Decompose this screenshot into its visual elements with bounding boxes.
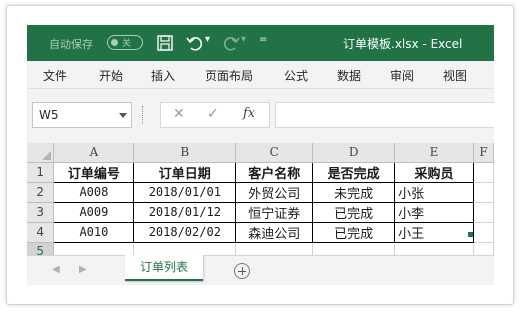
sheet-tab-bar: ◀ ▶ 订单列表: [27, 255, 494, 285]
cell-e5[interactable]: [394, 242, 474, 255]
cell-c3[interactable]: 恒宁证券: [235, 202, 314, 223]
sheet-nav-next-icon[interactable]: ▶: [79, 264, 87, 275]
cell-a2[interactable]: A008: [53, 182, 135, 203]
enter-icon[interactable]: ✓: [207, 106, 219, 122]
row-header-1[interactable]: 1: [27, 162, 55, 183]
cell-e2[interactable]: 小张: [394, 182, 474, 203]
autosave-state: 关: [122, 39, 132, 49]
column-header-e[interactable]: E: [394, 143, 474, 163]
cell-c5[interactable]: [235, 242, 314, 255]
tab-home[interactable]: 开始: [99, 67, 123, 84]
cell-e3[interactable]: 小李: [394, 202, 474, 223]
redo-dropdown-icon[interactable]: ▾: [241, 34, 246, 45]
tab-data[interactable]: 数据: [337, 67, 361, 84]
cell-f4[interactable]: [473, 222, 494, 243]
cell-b2[interactable]: 2018/01/01: [133, 182, 237, 203]
tab-page-layout[interactable]: 页面布局: [205, 67, 253, 84]
cell-b5[interactable]: [133, 242, 237, 255]
cell-d5[interactable]: [312, 242, 396, 255]
sheet-tab-label: 订单列表: [139, 260, 188, 274]
spreadsheet-grid: A B C D E F 1 订单编号 订单日期 客户名称 是否完成 采购员 2 …: [27, 143, 494, 255]
tab-formulas[interactable]: 公式: [284, 67, 308, 84]
cell-d4[interactable]: 已完成: [312, 222, 396, 243]
cell-a4[interactable]: A010: [53, 222, 135, 243]
cell-f1[interactable]: [473, 162, 494, 183]
column-header-c[interactable]: C: [235, 143, 314, 163]
name-box[interactable]: W5: [32, 102, 132, 128]
autosave-label: 自动保存: [49, 38, 93, 51]
cell-b4[interactable]: 2018/02/02: [133, 222, 237, 243]
cell-c2[interactable]: 外贸公司: [235, 182, 314, 203]
tab-view[interactable]: 视图: [443, 67, 467, 84]
add-sheet-icon[interactable]: [234, 263, 250, 279]
insert-function-icon[interactable]: fx: [243, 106, 255, 121]
row-header-4[interactable]: 4: [27, 222, 55, 243]
cell-e4[interactable]: 小王: [394, 222, 474, 243]
formula-input[interactable]: [275, 102, 494, 128]
undo-icon[interactable]: [185, 33, 205, 53]
cell-b1[interactable]: 订单日期: [133, 161, 237, 183]
formula-buttons: ✕ ✓ fx: [160, 102, 270, 128]
tab-file[interactable]: 文件: [43, 67, 67, 84]
column-header-d[interactable]: D: [312, 143, 396, 163]
name-box-dropdown-icon[interactable]: [119, 113, 127, 118]
column-header-b[interactable]: B: [133, 143, 237, 163]
window-title: 订单模板.xlsx - Excel: [343, 37, 463, 51]
column-header-a[interactable]: A: [53, 143, 135, 163]
sheet-nav-prev-icon[interactable]: ◀: [52, 264, 60, 275]
select-all-corner[interactable]: [27, 143, 55, 163]
formula-bar: W5 ✕ ✓ fx: [27, 89, 494, 143]
cell-c4[interactable]: 森迪公司: [235, 222, 314, 243]
tab-review[interactable]: 审阅: [390, 67, 414, 84]
autosave-toggle[interactable]: 关: [107, 35, 143, 50]
cell-a3[interactable]: A009: [53, 202, 135, 223]
title-bar: 自动保存 关 ▾ ▾ = 订单模板.xlsx - Excel: [27, 25, 494, 61]
cell-f5[interactable]: [473, 242, 494, 255]
name-box-value: W5: [39, 108, 59, 122]
toggle-knob: [111, 39, 118, 46]
cell-d3[interactable]: 已完成: [312, 202, 396, 223]
save-icon[interactable]: [155, 33, 175, 53]
fill-handle[interactable]: [468, 232, 473, 237]
cell-f2[interactable]: [473, 182, 494, 203]
cell-e1[interactable]: 采购员: [394, 161, 474, 183]
column-header-f[interactable]: F: [473, 143, 494, 163]
row-header-3[interactable]: 3: [27, 202, 55, 223]
row-header-5[interactable]: 5: [27, 242, 55, 255]
undo-dropdown-icon[interactable]: ▾: [205, 34, 210, 45]
cell-d1[interactable]: 是否完成: [312, 161, 396, 183]
cell-c1[interactable]: 客户名称: [235, 161, 314, 183]
cancel-icon[interactable]: ✕: [173, 106, 185, 122]
cell-a5[interactable]: [53, 242, 135, 255]
row-header-2[interactable]: 2: [27, 182, 55, 203]
redo-icon[interactable]: [221, 33, 241, 53]
cell-b3[interactable]: 2018/01/12: [133, 202, 237, 223]
cell-f3[interactable]: [473, 202, 494, 223]
customize-toolbar-icon[interactable]: =: [259, 34, 267, 45]
formula-bar-divider: [142, 106, 144, 124]
tab-insert[interactable]: 插入: [151, 67, 175, 84]
ribbon-tabs: 文件 开始 插入 页面布局 公式 数据 审阅 视图: [27, 61, 494, 89]
cell-d2[interactable]: 未完成: [312, 182, 396, 203]
cell-a1[interactable]: 订单编号: [53, 161, 135, 183]
sheet-tab-orders[interactable]: 订单列表: [125, 255, 203, 281]
